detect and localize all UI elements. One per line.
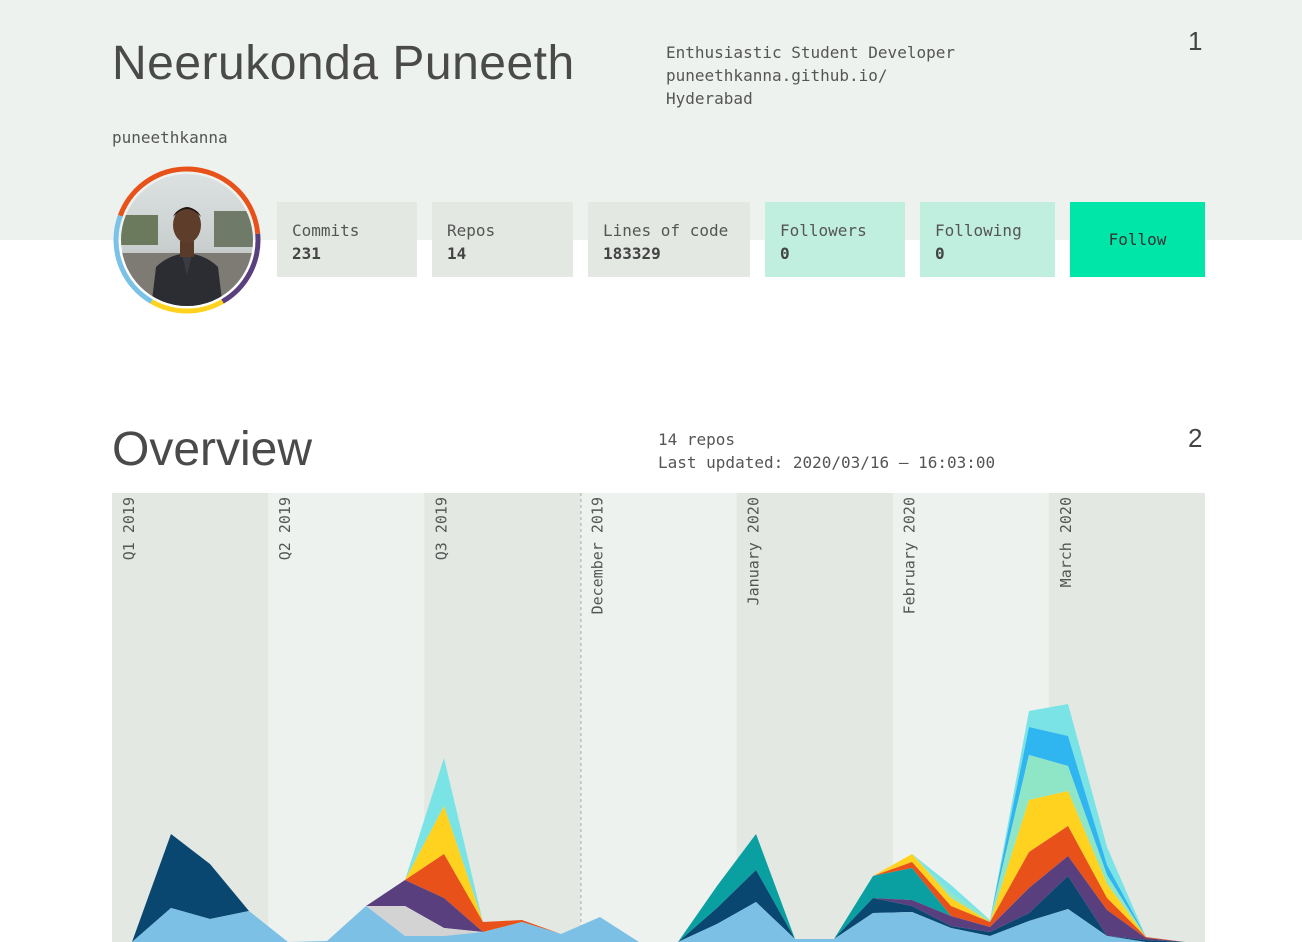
period-label: Q1 2019	[120, 497, 138, 560]
last-updated: Last updated: 2020/03/16 — 16:03:00	[658, 453, 996, 472]
activity-chart-svg: Q1 2019 Q2 2019 Q3 2019 December 2019 Januar…	[112, 493, 1205, 942]
bio-location: Hyderabad	[666, 89, 753, 108]
period-label: January 2020	[745, 497, 763, 605]
stat-repos-label: Repos	[447, 221, 496, 240]
stat-commits-value: 231	[292, 244, 321, 263]
period-label: Q3 2019	[432, 497, 450, 560]
period-label: December 2019	[588, 497, 606, 614]
stat-following-value: 0	[935, 244, 945, 263]
stat-commits: Commits 231	[277, 202, 417, 277]
avatar	[110, 163, 264, 317]
section-number-profile: 1	[1188, 26, 1203, 56]
avatar-image	[113, 166, 261, 314]
stat-followers[interactable]: Followers 0	[765, 202, 905, 277]
stat-following-label: Following	[935, 221, 1022, 240]
section-number-overview: 2	[1188, 423, 1203, 453]
stat-followers-label: Followers	[780, 221, 867, 240]
stat-repos-value: 14	[447, 244, 467, 263]
bio-tagline: Enthusiastic Student Developer	[666, 43, 955, 62]
follow-button[interactable]: Follow	[1070, 202, 1205, 277]
stat-lines-of-code-label: Lines of code	[603, 221, 729, 240]
profile-username: puneethkanna	[112, 128, 228, 147]
period-label: Q2 2019	[276, 497, 294, 560]
bio-website[interactable]: puneethkanna.github.io/	[666, 64, 955, 87]
stat-following[interactable]: Following 0	[920, 202, 1055, 277]
stat-lines-of-code-value: 183329	[603, 244, 661, 263]
period-label: February 2020	[901, 497, 919, 614]
repos-count: 14 repos	[658, 430, 736, 449]
profile-name: Neerukonda Puneeth	[112, 37, 575, 90]
overview-title: Overview	[112, 423, 313, 476]
profile-bio: Enthusiastic Student Developer puneethka…	[666, 41, 955, 110]
period-label: March 2020	[1057, 497, 1075, 587]
stat-lines-of-code: Lines of code 183329	[588, 202, 750, 277]
stat-commits-label: Commits	[292, 221, 360, 240]
stat-repos: Repos 14	[432, 202, 573, 277]
stat-followers-value: 0	[780, 244, 790, 263]
overview-meta: 14 repos Last updated: 2020/03/16 — 16:0…	[658, 428, 995, 474]
activity-chart: Q1 2019 Q2 2019 Q3 2019 December 2019 Januar…	[112, 493, 1205, 942]
